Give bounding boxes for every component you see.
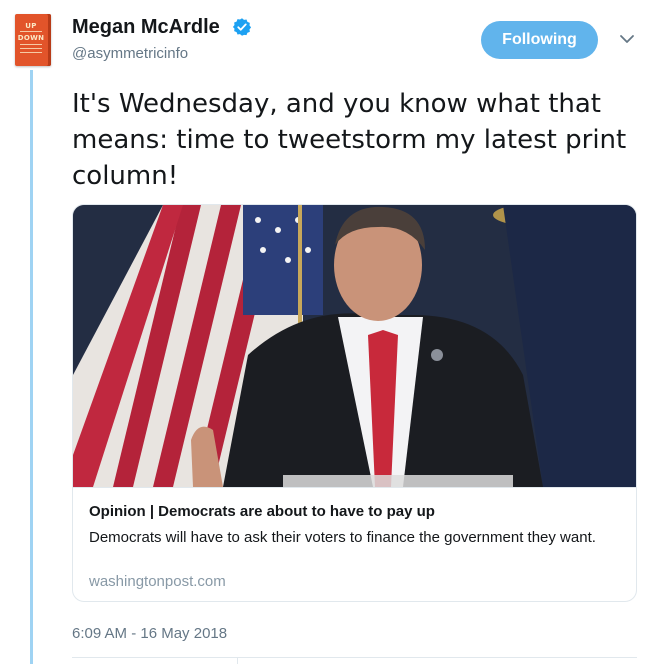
card-image bbox=[73, 205, 636, 487]
avatar-book-title-down: DOWN bbox=[17, 34, 45, 42]
divider bbox=[237, 658, 238, 664]
avatar[interactable]: UP DOWN bbox=[15, 14, 51, 66]
card-domain: washingtonpost.com bbox=[89, 573, 226, 590]
avatar-stripe bbox=[20, 48, 42, 49]
card-title[interactable]: Opinion | Democrats are about to have to… bbox=[89, 503, 435, 520]
avatar-stripe bbox=[20, 31, 42, 32]
author-handle[interactable]: @asymmetricinfo bbox=[72, 45, 188, 62]
chevron-down-icon[interactable] bbox=[618, 30, 636, 48]
link-card[interactable]: Opinion | Democrats are about to have to… bbox=[72, 204, 637, 602]
avatar-stripe bbox=[20, 52, 42, 53]
verified-badge-icon bbox=[232, 18, 252, 36]
avatar-stripe bbox=[20, 44, 42, 45]
avatar-book-title-up: UP bbox=[25, 22, 37, 30]
divider bbox=[72, 657, 637, 658]
following-button[interactable]: Following bbox=[481, 21, 598, 59]
thread-connector-line bbox=[30, 70, 33, 664]
card-body: Opinion | Democrats are about to have to… bbox=[73, 487, 636, 601]
author-name[interactable]: Megan McArdle bbox=[72, 16, 220, 39]
tweet-text: It's Wednesday, and you know what that m… bbox=[72, 89, 627, 191]
tweet-timestamp[interactable]: 6:09 AM - 16 May 2018 bbox=[72, 625, 227, 642]
card-description: Democrats will have to ask their voters … bbox=[89, 529, 596, 546]
